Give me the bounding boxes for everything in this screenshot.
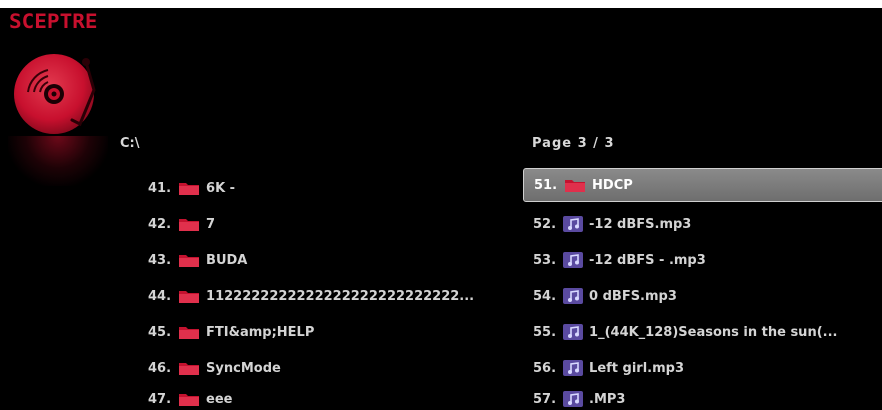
- list-item[interactable]: 41. 6K -: [148, 171, 235, 205]
- list-item[interactable]: 42. 7: [148, 207, 215, 241]
- folder-icon: [178, 216, 200, 232]
- list-item-selected[interactable]: 51. HDCP: [523, 168, 882, 202]
- list-item[interactable]: 45. FTI&amp;HELP: [148, 315, 314, 349]
- media-browser-screen: SCEPTRE C:\ Page 3 / 3 41. 6K - 42. 7 43…: [0, 8, 882, 410]
- item-name: 0 dBFS.mp3: [589, 288, 677, 304]
- item-index: 45.: [148, 324, 172, 340]
- list-item[interactable]: 57. .MP3: [533, 382, 625, 410]
- brand-logo: SCEPTRE: [9, 10, 98, 33]
- music-file-icon: [563, 360, 584, 376]
- item-name: eee: [206, 391, 233, 407]
- folder-icon: [564, 177, 586, 193]
- music-file-icon: [563, 288, 584, 304]
- item-index: 52.: [533, 216, 557, 232]
- item-name: -12 dBFS - .mp3: [589, 252, 706, 268]
- item-index: 44.: [148, 288, 172, 304]
- item-index: 57.: [533, 391, 557, 407]
- item-name: BUDA: [206, 252, 248, 268]
- list-item[interactable]: 52. -12 dBFS.mp3: [533, 207, 691, 241]
- item-name: 1122222222222222222222222222...: [206, 288, 475, 304]
- item-name: HDCP: [592, 177, 633, 193]
- folder-icon: [178, 391, 200, 407]
- current-path: C:\: [120, 136, 140, 151]
- item-index: 41.: [148, 180, 172, 196]
- item-index: 47.: [148, 391, 172, 407]
- folder-icon: [178, 252, 200, 268]
- item-index: 46.: [148, 360, 172, 376]
- disc-icon: [8, 52, 108, 152]
- list-item[interactable]: 47. eee: [148, 382, 232, 410]
- list-item[interactable]: 54. 0 dBFS.mp3: [533, 279, 677, 313]
- item-index: 56.: [533, 360, 557, 376]
- list-item[interactable]: 56. Left girl.mp3: [533, 351, 684, 385]
- item-name: 6K -: [206, 180, 236, 196]
- folder-icon: [178, 324, 200, 340]
- music-file-icon: [563, 391, 584, 407]
- folder-icon: [178, 180, 200, 196]
- item-name: -12 dBFS.mp3: [589, 216, 692, 232]
- item-name: FTI&amp;HELP: [206, 324, 315, 340]
- item-name: 7: [206, 216, 216, 232]
- page-indicator: Page 3 / 3: [532, 136, 615, 151]
- list-item[interactable]: 46. SyncMode: [148, 351, 281, 385]
- item-name: 1_(44K_128)Seasons in the sun(...: [589, 324, 838, 340]
- list-item[interactable]: 43. BUDA: [148, 243, 247, 277]
- list-item[interactable]: 53. -12 dBFS - .mp3: [533, 243, 706, 277]
- list-item[interactable]: 44. 1122222222222222222222222222...: [148, 279, 474, 313]
- item-name: Left girl.mp3: [589, 360, 684, 376]
- folder-icon: [178, 288, 200, 304]
- list-item[interactable]: 55. 1_(44K_128)Seasons in the sun(...: [533, 315, 837, 349]
- music-file-icon: [563, 216, 584, 232]
- item-index: 51.: [534, 177, 558, 193]
- music-file-icon: [563, 324, 584, 340]
- item-index: 55.: [533, 324, 557, 340]
- folder-icon: [178, 360, 200, 376]
- item-index: 43.: [148, 252, 172, 268]
- item-name: SyncMode: [206, 360, 281, 376]
- item-index: 54.: [533, 288, 557, 304]
- item-index: 53.: [533, 252, 557, 268]
- item-index: 42.: [148, 216, 172, 232]
- music-file-icon: [563, 252, 584, 268]
- item-name: .MP3: [589, 391, 626, 407]
